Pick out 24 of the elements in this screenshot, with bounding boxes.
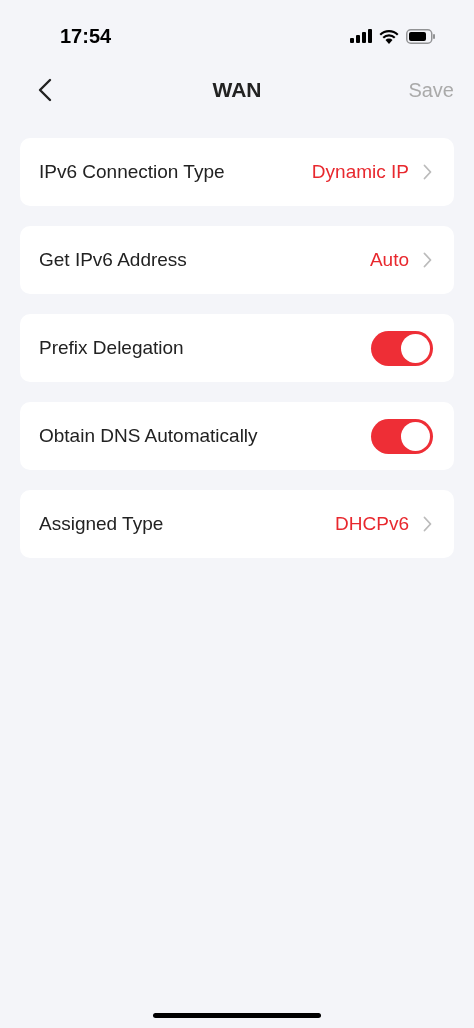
row-label: Assigned Type (39, 513, 165, 535)
toggle-switch[interactable] (371, 330, 433, 366)
row-label: Obtain DNS Automatically (39, 425, 259, 447)
row-label: Get IPv6 Address (39, 249, 188, 271)
chevron-icon (423, 252, 432, 268)
chevron-icon (423, 516, 432, 532)
row-value: Dynamic IP (311, 161, 409, 183)
row-value: DHCPv6 (335, 513, 409, 535)
settings-row[interactable]: Get IPv6 Address Auto (20, 226, 454, 294)
settings-row[interactable]: Assigned Type DHCPv6 (20, 490, 454, 558)
toggle-switch[interactable] (371, 418, 433, 454)
settings-row[interactable]: Prefix Delegation (20, 314, 454, 382)
row-value: Auto (369, 249, 409, 271)
settings-row[interactable]: Obtain DNS Automatically (20, 402, 454, 470)
settings-row[interactable]: IPv6 Connection Type Dynamic IP (20, 138, 454, 206)
wifi-icon (379, 28, 399, 44)
row-label: IPv6 Connection Type (39, 161, 226, 183)
battery-icon (406, 28, 436, 44)
page-title: WAN (211, 78, 263, 102)
signal-icon (350, 29, 372, 43)
back-icon[interactable] (38, 78, 52, 102)
chevron-icon (423, 164, 432, 180)
status-time: 17:54 (60, 24, 112, 48)
row-label: Prefix Delegation (39, 337, 185, 359)
